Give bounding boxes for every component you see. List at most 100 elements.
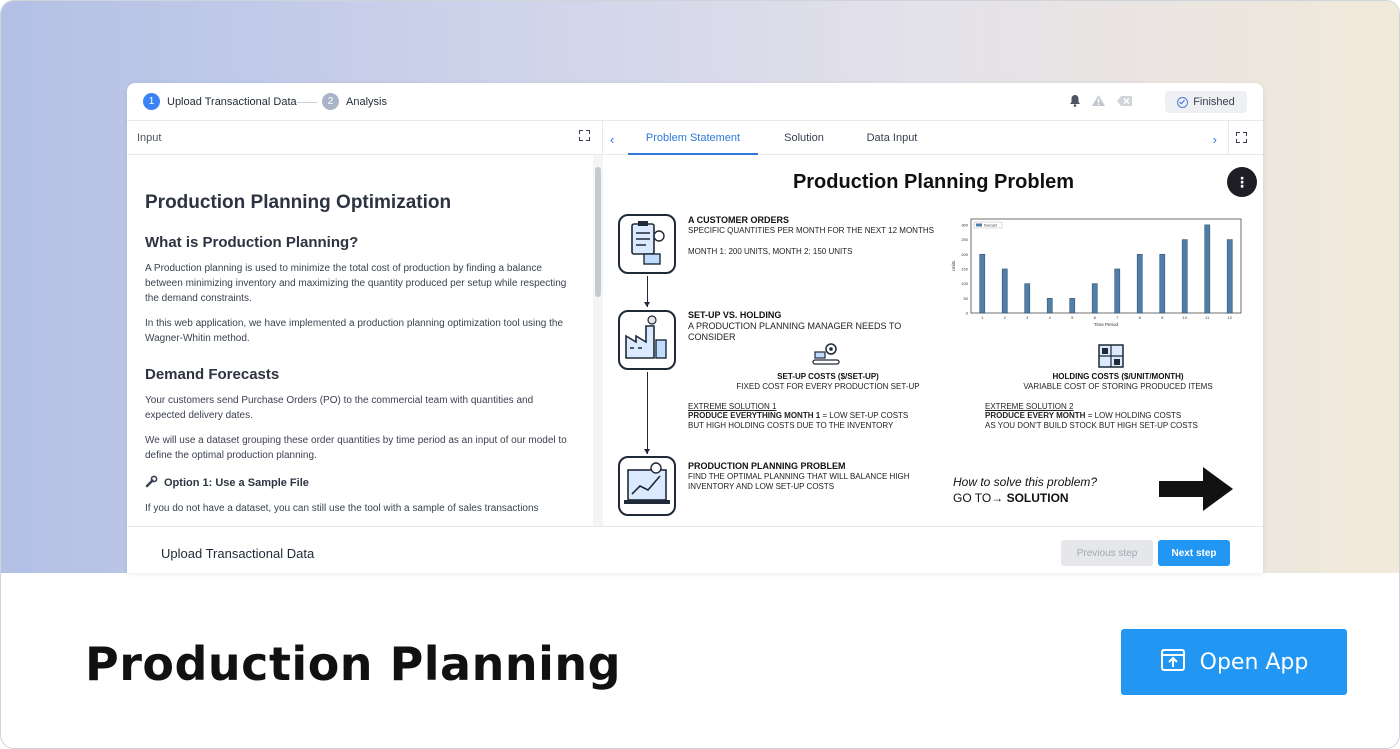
input-panel-header: Input [127, 121, 602, 155]
tab-bar: ‹ Problem Statement Solution Data Input … [604, 121, 1263, 155]
y-tick-label: 200 [961, 252, 968, 257]
panel-title: Input [137, 132, 162, 144]
stepper-bar: 1 Upload Transactional Data 2 Analysis F… [127, 83, 1263, 121]
app-window: 1 Upload Transactional Data 2 Analysis F… [127, 83, 1263, 573]
extreme1-line2: BUT HIGH HOLDING COSTS DUE TO THE INVENT… [688, 421, 894, 430]
chevron-right-icon[interactable]: › [1213, 132, 1217, 147]
tab-problem-statement[interactable]: Problem Statement [628, 121, 758, 155]
step-number: 1 [143, 93, 160, 110]
previous-step-button[interactable]: Previous step [1061, 540, 1153, 566]
wizard-footer: Upload Transactional Data Previous step … [127, 526, 1263, 573]
chart-bar [1136, 254, 1143, 314]
extreme1-line1: PRODUCE EVERYTHING MONTH 1 = LOW SET-UP … [688, 411, 909, 420]
extreme2-line2: AS YOU DON'T BUILD STOCK BUT HIGH SET-UP… [985, 421, 1198, 430]
tab-solution[interactable]: Solution [762, 121, 846, 155]
tab-data-input[interactable]: Data Input [850, 121, 934, 155]
problem-heading: PRODUCTION PLANNING PROBLEM [688, 461, 846, 471]
flow-arrow [644, 372, 650, 454]
paragraph: We will use a dataset grouping these ord… [145, 435, 567, 461]
customer-heading: A CUSTOMER ORDERS [688, 215, 790, 225]
y-tick-label: 100 [961, 281, 968, 286]
setup-heading: SET-UP VS. HOLDING [688, 310, 782, 320]
holding-cost-text: VARIABLE COST OF STORING PRODUCED ITEMS [1023, 382, 1213, 391]
planning-chart-icon [618, 456, 676, 516]
setup-cost-text: FIXED COST FOR EVERY PRODUCTION SET-UP [736, 382, 920, 391]
fullscreen-icon[interactable] [1236, 132, 1247, 143]
step-analysis[interactable]: 2 Analysis [322, 93, 387, 110]
option-heading: Option 1: Use a Sample File [145, 475, 575, 491]
x-tick-label: 10 [1183, 315, 1188, 320]
x-tick-label: 12 [1228, 315, 1233, 320]
x-tick-label: 5 [1071, 315, 1074, 320]
factory-icon [618, 310, 676, 370]
input-content: Production Planning Optimization What is… [145, 155, 575, 526]
bell-icon[interactable] [1069, 94, 1081, 109]
paragraph: If you do not have a dataset, you can st… [145, 503, 539, 514]
setup-cost-heading: SET-UP COSTS ($/SET-UP) [777, 372, 879, 381]
step-upload[interactable]: 1 Upload Transactional Data [143, 93, 297, 110]
x-tick-label: 8 [1139, 315, 1142, 320]
step-label: Analysis [346, 95, 387, 108]
warning-icon[interactable] [1091, 94, 1106, 109]
x-tick-label: 2 [1004, 315, 1007, 320]
open-app-button[interactable]: Open App [1121, 629, 1347, 695]
x-tick-label: 4 [1049, 315, 1052, 320]
x-tick-label: 9 [1161, 315, 1164, 320]
section-heading: What is Production Planning? [145, 234, 359, 251]
y-tick-label: 0 [966, 311, 969, 316]
input-panel: Input Production Planning Optimization W… [127, 121, 603, 526]
y-tick-label: 300 [961, 222, 968, 227]
chevron-left-icon[interactable]: ‹ [610, 132, 614, 147]
chart-bar [1181, 239, 1188, 314]
scrollbar-thumb[interactable] [595, 167, 601, 297]
open-in-new-icon [1160, 646, 1186, 678]
warehouse-icon [1096, 342, 1126, 375]
footer-title: Upload Transactional Data [161, 546, 315, 561]
x-tick-label: 6 [1094, 315, 1097, 320]
app-title: Production Planning [85, 637, 622, 691]
wrench-icon [145, 475, 158, 491]
chart-bar [1091, 283, 1098, 314]
extreme2-line1: PRODUCE EVERY MONTH = LOW HOLDING COSTS [985, 411, 1182, 420]
customer-text: SPECIFIC QUANTITIES PER MONTH FOR THE NE… [688, 226, 934, 235]
chart-bar [1226, 239, 1233, 314]
flow-arrow [644, 276, 650, 307]
howto-text: How to solve this problem? [953, 475, 1098, 489]
arrow-right-icon [1159, 467, 1235, 516]
paragraph: Your customers send Purchase Orders (PO)… [145, 395, 534, 421]
y-tick-label: 150 [961, 266, 968, 271]
step-number: 2 [322, 93, 339, 110]
step-connector [297, 102, 317, 103]
section-heading: Demand Forecasts [145, 366, 280, 383]
fullscreen-icon[interactable] [579, 130, 590, 141]
x-tick-label: 1 [981, 315, 984, 320]
holding-cost-heading: HOLDING COSTS ($/UNIT/MONTH) [1052, 372, 1184, 381]
conveyor-icon [811, 342, 841, 373]
chart-bar [1159, 254, 1166, 314]
status-icons [1069, 94, 1133, 109]
next-step-button[interactable]: Next step [1158, 540, 1230, 566]
check-circle-icon [1177, 96, 1189, 108]
slide-title: Production Planning Problem [792, 171, 1075, 193]
step-label: Upload Transactional Data [167, 95, 297, 108]
chart-bar [1024, 283, 1031, 314]
y-tick-label: 50 [964, 296, 969, 301]
chart-bar [1069, 298, 1076, 314]
x-tick-label: 3 [1026, 315, 1029, 320]
problem-slide: Production Planning Problem ⋮ A CUSTOMER… [604, 155, 1263, 526]
finished-button[interactable]: Finished [1165, 91, 1247, 113]
scrollbar[interactable] [593, 155, 603, 526]
problem-text: FIND THE OPTIMAL PLANNING THAT WILL BALA… [688, 472, 910, 491]
page-title: Production Planning Optimization [145, 192, 452, 213]
legend-label: forecast [984, 223, 997, 227]
chart-bar [1001, 268, 1008, 314]
option-label: Option 1: Use a Sample File [164, 477, 309, 489]
clear-icon[interactable] [1116, 95, 1133, 109]
paragraph: A Production planning is used to minimiz… [145, 263, 567, 304]
more-options-icon[interactable]: ⋮ [1227, 167, 1257, 197]
clipboard-icon [618, 214, 676, 274]
chart-bar [979, 254, 986, 314]
goto-text: GO TO→ SOLUTION [953, 491, 1069, 505]
y-axis-label: Units [951, 260, 956, 271]
app-card: 1 Upload Transactional Data 2 Analysis F… [0, 0, 1400, 749]
